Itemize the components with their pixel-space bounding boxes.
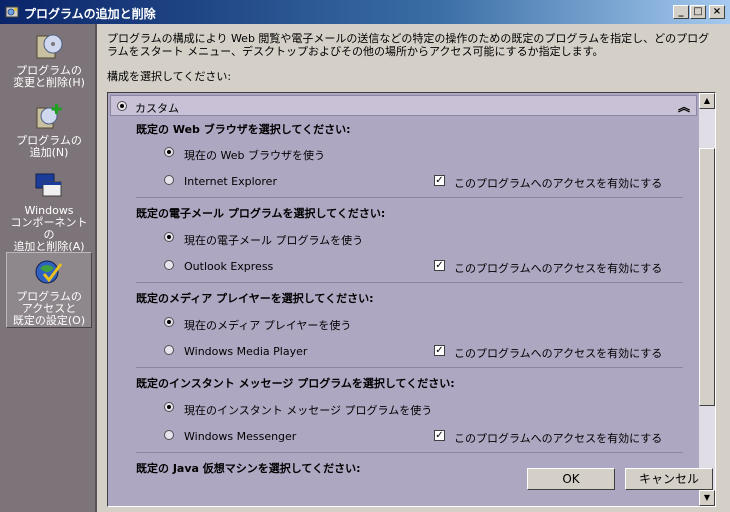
radio-button[interactable] — [164, 175, 174, 185]
java-vm-heading: 既定の Java 仮想マシンを選択してください: — [136, 462, 361, 475]
option-label: 現在の Web ブラウザを使う — [184, 149, 325, 162]
sidebar-item-label: プログラムの 追加(N) — [16, 134, 82, 159]
checkbox-label: このプログラムへのアクセスを有効にする — [454, 432, 663, 445]
close-button[interactable]: × — [709, 5, 725, 19]
section-divider — [136, 452, 683, 453]
select-configuration-label: 構成を選択してください: — [107, 70, 232, 83]
cd-box-icon — [36, 34, 63, 59]
instant-messaging-heading: 既定のインスタント メッセージ プログラムを選択してください: — [136, 377, 455, 390]
sidebar-item-change-remove[interactable]: プログラムの 変更と削除(H) — [6, 30, 92, 92]
custom-configuration-header[interactable]: カスタム ︽ — [110, 95, 697, 116]
radio-button[interactable] — [164, 430, 174, 440]
sidebar-item-label: プログラムの アクセスと 既定の設定(O) — [12, 290, 86, 327]
enable-access-checkbox[interactable]: ✓ — [434, 430, 445, 441]
radio-button[interactable] — [164, 317, 174, 327]
radio-button[interactable] — [164, 260, 174, 270]
sidebar-item-program-access-defaults[interactable]: プログラムの アクセスと 既定の設定(O) — [6, 252, 92, 328]
checkbox-label: このプログラムへのアクセスを有効にする — [454, 177, 663, 190]
add-remove-programs-window: プログラムの追加と削除 _ □ × プログラムの 変更と削除(H) プログラムの… — [0, 0, 730, 512]
radio-button[interactable] — [164, 232, 174, 242]
option-label: 現在の電子メール プログラムを使う — [184, 234, 364, 247]
windows-components-icon — [35, 173, 62, 197]
web-browser-heading: 既定の Web ブラウザを選択してください: — [136, 123, 351, 136]
sidebar-item-add-programs[interactable]: プログラムの 追加(N) — [6, 100, 92, 162]
collapse-icon[interactable]: ︽ — [678, 98, 690, 115]
section-divider — [136, 197, 683, 198]
option-label: Internet Explorer — [184, 175, 277, 188]
cancel-button[interactable]: キャンセル — [625, 468, 713, 490]
email-program-heading: 既定の電子メール プログラムを選択してください: — [136, 207, 386, 220]
maximize-button[interactable]: □ — [690, 5, 706, 19]
sidebar-item-label: Windows コンポーネントの 追加と削除(A) — [10, 204, 88, 253]
sidebar: プログラムの 変更と削除(H) プログラムの 追加(N) Windows コンポ… — [0, 24, 97, 512]
description-text: プログラムの構成により Web 閲覧や電子メールの送信などの特定の操作のための既… — [107, 32, 710, 58]
custom-label: カスタム — [135, 102, 179, 115]
option-label: Windows Media Player — [184, 345, 308, 358]
option-label: 現在のメディア プレイヤーを使う — [184, 319, 352, 332]
minimize-button[interactable]: _ — [673, 5, 689, 19]
configuration-list: カスタム ︽ 既定の Web ブラウザを選択してください: 現在の Web ブラ… — [107, 92, 716, 507]
window-title: プログラムの追加と削除 — [24, 7, 156, 21]
scroll-down-button[interactable]: ▼ — [699, 490, 715, 506]
custom-radio[interactable] — [117, 101, 127, 111]
ok-button[interactable]: OK — [527, 468, 615, 490]
media-player-heading: 既定のメディア プレイヤーを選択してください: — [136, 292, 374, 305]
sidebar-item-windows-components[interactable]: Windows コンポーネントの 追加と削除(A) — [6, 170, 92, 253]
sidebar-item-label: プログラムの 変更と削除(H) — [13, 64, 85, 89]
option-label: Outlook Express — [184, 260, 274, 273]
section-divider — [136, 282, 683, 283]
title-bar: プログラムの追加と削除 _ □ × — [0, 0, 730, 24]
radio-button[interactable] — [164, 402, 174, 412]
main-panel: プログラムの構成により Web 閲覧や電子メールの送信などの特定の操作のための既… — [97, 24, 730, 512]
globe-check-icon — [35, 260, 63, 284]
option-label: 現在のインスタント メッセージ プログラムを使う — [184, 404, 433, 417]
scroll-up-button[interactable]: ▲ — [699, 93, 715, 109]
enable-access-checkbox[interactable]: ✓ — [434, 345, 445, 356]
add-remove-programs-icon — [5, 6, 19, 18]
enable-access-checkbox[interactable]: ✓ — [434, 175, 445, 186]
add-cd-icon — [36, 104, 62, 129]
checkbox-label: このプログラムへのアクセスを有効にする — [454, 262, 663, 275]
enable-access-checkbox[interactable]: ✓ — [434, 260, 445, 271]
scroll-thumb[interactable] — [699, 148, 715, 406]
checkbox-label: このプログラムへのアクセスを有効にする — [454, 347, 663, 360]
option-label: Windows Messenger — [184, 430, 297, 443]
radio-button[interactable] — [164, 345, 174, 355]
vertical-scrollbar[interactable]: ▲ ▼ — [699, 93, 715, 506]
radio-button[interactable] — [164, 147, 174, 157]
section-divider — [136, 367, 683, 368]
